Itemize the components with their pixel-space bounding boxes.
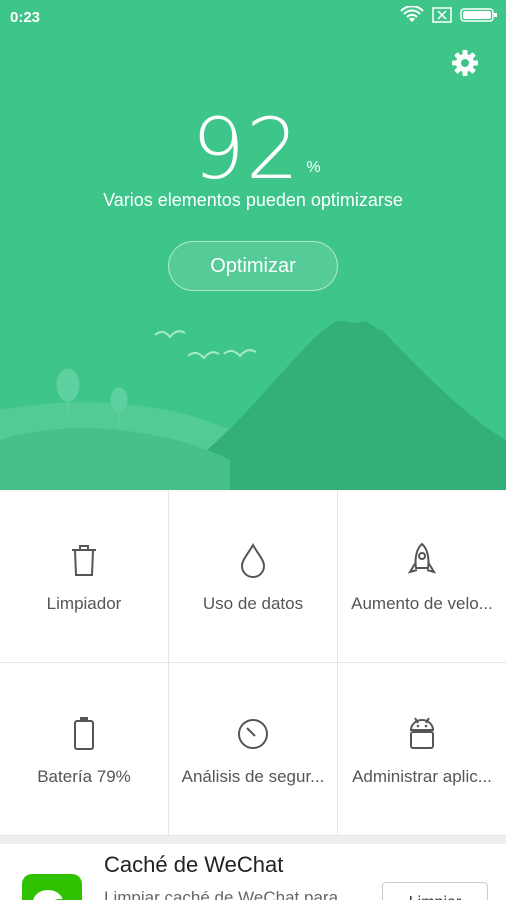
hero-panel: 0:23 92 % Varios elementos pueden optimi… <box>0 0 506 490</box>
score-unit: % <box>306 159 321 176</box>
wifi-icon <box>400 6 424 22</box>
tool-label: Limpiador <box>46 594 122 613</box>
no-sim-icon <box>432 7 452 23</box>
card-description: Limpiar caché de WeChat para <box>104 888 339 900</box>
tool-battery[interactable]: Batería 79% <box>0 663 169 836</box>
tool-label: Batería 79% <box>37 767 131 786</box>
timer-icon <box>238 719 268 749</box>
drop-icon <box>240 542 266 578</box>
battery-status-icon <box>460 8 497 22</box>
tool-label: Análisis de segur... <box>181 767 325 786</box>
wechat-cache-card[interactable]: Caché de WeChat Limpiar caché de WeChat … <box>0 844 506 900</box>
tool-label: Aumento de velo... <box>351 594 493 613</box>
tool-label: Administrar aplic... <box>352 767 492 786</box>
card-title: Caché de WeChat <box>104 852 284 877</box>
settings-gear-icon[interactable] <box>450 48 480 78</box>
tool-data-usage[interactable]: Uso de datos <box>169 490 338 663</box>
tool-manage-apps[interactable]: Administrar aplic... <box>338 663 506 836</box>
status-bar: 0:23 <box>0 0 506 36</box>
optimize-button[interactable]: Optimizar <box>168 241 338 291</box>
tool-speed-boost[interactable]: Aumento de velo... <box>338 490 506 663</box>
wechat-app-icon <box>22 874 82 900</box>
tools-grid: Limpiador Uso de datos Aumento de velo..… <box>0 490 506 836</box>
status-time: 0:23 <box>10 9 41 26</box>
optimization-score: 92% <box>0 100 506 198</box>
clean-button[interactable]: Limpiar <box>382 882 488 900</box>
score-value: 92 <box>191 100 301 198</box>
battery-icon <box>74 717 94 750</box>
tool-label: Uso de datos <box>202 594 304 613</box>
score-subtitle: Varios elementos pueden optimizarse <box>103 190 403 210</box>
status-icons <box>400 6 498 24</box>
android-icon <box>409 717 435 749</box>
landscape-illustration <box>0 320 506 490</box>
rocket-icon <box>407 542 437 574</box>
tool-security-scan[interactable]: Análisis de segur... <box>169 663 338 836</box>
trash-icon <box>72 545 96 576</box>
section-divider <box>0 836 506 844</box>
tool-cleaner[interactable]: Limpiador <box>0 490 169 663</box>
